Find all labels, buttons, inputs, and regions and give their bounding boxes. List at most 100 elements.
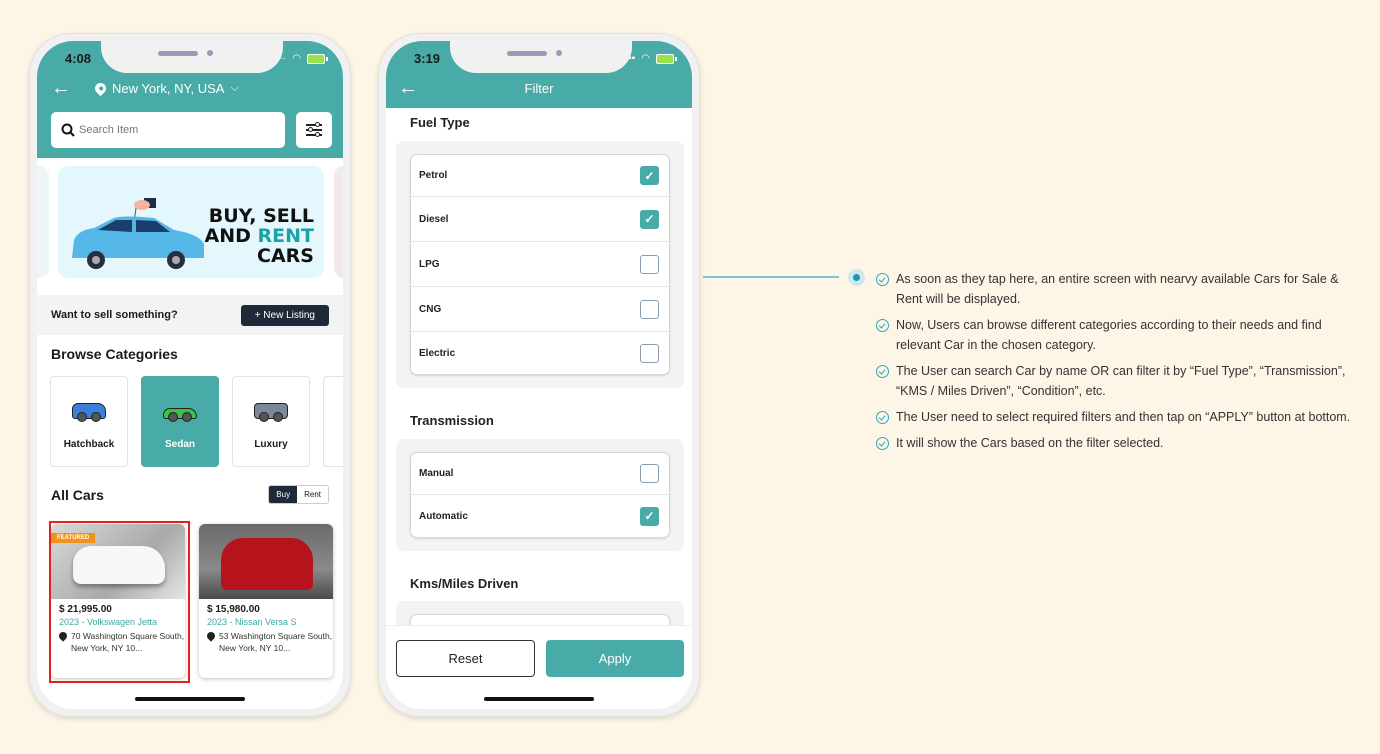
transmission-option-automatic[interactable]: Automatic ✓ — [411, 495, 669, 537]
banner-text: BUY, SELL AND RENT CARS — [205, 206, 314, 266]
option-label: Petrol — [419, 170, 448, 181]
description-item: It will show the Cars based on the filte… — [876, 433, 1356, 453]
transmission-option-manual[interactable]: Manual — [411, 453, 669, 495]
connector-dot — [848, 269, 865, 286]
check-circle-icon — [876, 365, 889, 378]
search-input[interactable] — [79, 124, 259, 136]
fuel-option-petrol[interactable]: Petrol ✓ — [411, 155, 669, 197]
phone-home: 4:08 ····◠ ← New York, NY, USA ⌵ — [29, 33, 351, 717]
new-listing-button[interactable]: + New Listing — [240, 304, 329, 326]
banner-prev[interactable] — [37, 166, 49, 278]
transmission-list: Manual Automatic ✓ — [410, 452, 670, 538]
toggle-buy[interactable]: Buy — [269, 486, 298, 503]
category-label: Hatchback — [63, 439, 115, 450]
reset-button[interactable]: Reset — [396, 640, 535, 677]
filter-header: 3:19 ▪▪ ◠ ← Filter — [386, 41, 692, 108]
banner-line3: CARS — [257, 245, 314, 267]
notch — [101, 41, 283, 73]
location-pin-icon — [92, 80, 109, 97]
category-hatchback[interactable]: Hatchback — [50, 376, 128, 467]
fuel-option-electric[interactable]: Electric — [411, 332, 669, 374]
speaker — [507, 51, 547, 56]
checkbox-checked[interactable]: ✓ — [640, 506, 659, 526]
battery-icon — [656, 53, 677, 64]
hatchback-icon — [72, 403, 106, 422]
home-screen: 4:08 ····◠ ← New York, NY, USA ⌵ — [37, 41, 343, 709]
banner-and: AND — [204, 225, 258, 247]
connector-dot-inner — [853, 274, 860, 281]
toggle-rent[interactable]: Rent — [297, 486, 328, 503]
option-label: LPG — [419, 258, 440, 270]
banner-rent: RENT — [257, 225, 314, 247]
checkbox[interactable] — [640, 464, 659, 483]
category-luxury[interactable]: Luxury — [232, 376, 310, 467]
banner-line1: BUY, SELL — [208, 205, 314, 227]
speaker — [158, 51, 198, 56]
checkbox[interactable] — [640, 343, 659, 363]
category-label: Luxury — [254, 439, 288, 450]
back-arrow-icon[interactable]: ← — [51, 77, 71, 100]
home-indicator — [135, 697, 245, 701]
buy-rent-toggle: Buy Rent — [268, 485, 329, 504]
highlight-box — [49, 521, 190, 683]
car-image — [221, 538, 313, 590]
search-box[interactable] — [51, 112, 285, 148]
location-selector[interactable]: New York, NY, USA ⌵ — [92, 80, 239, 97]
car-photo — [199, 524, 333, 599]
checkbox[interactable] — [640, 299, 659, 319]
sliders-icon-line — [306, 132, 322, 137]
fuel-option-cng[interactable]: CNG — [411, 287, 669, 332]
car-address: 53 Washington Square South, New York, NY… — [205, 630, 333, 654]
transmission-group: Manual Automatic ✓ — [396, 439, 684, 551]
car-price: $ 15,980.00 — [207, 604, 260, 615]
phone-filter: 3:19 ▪▪ ◠ ← Filter Fuel Type Petrol ✓ Dies… — [378, 33, 700, 717]
description-text: As soon as they tap here, an entire scre… — [896, 272, 1339, 306]
fuel-type-group: Petrol ✓ Diesel ✓ LPG CNG Electric — [396, 141, 684, 388]
filter-title: Filter — [524, 81, 554, 96]
luxury-van-icon — [254, 403, 288, 422]
filter-button[interactable] — [296, 112, 332, 148]
description-text: The User need to select required filters… — [896, 410, 1351, 424]
description-text: Now, Users can browse different categori… — [896, 318, 1322, 352]
home-indicator — [484, 697, 594, 701]
fuel-type-title: Fuel Type — [410, 115, 470, 130]
fuel-option-lpg[interactable]: LPG — [411, 242, 669, 287]
camera — [556, 50, 562, 56]
notch — [450, 41, 632, 73]
banner-next[interactable] — [334, 166, 343, 278]
checkbox[interactable] — [640, 254, 659, 274]
location-label: New York, NY, USA — [112, 81, 225, 96]
description-text: It will show the Cars based on the filte… — [896, 436, 1164, 450]
status-time: 4:08 — [65, 51, 92, 66]
all-cars-title: All Cars — [51, 487, 104, 503]
description-item: The User can search Car by name OR can f… — [876, 361, 1356, 401]
car-model: 2023 - Nissan Versa S — [207, 617, 297, 627]
banner-carousel[interactable]: BUY, SELL AND RENT CARS — [37, 166, 343, 283]
address-text: 53 Washington Square South, New York, NY… — [219, 631, 333, 653]
option-label: Diesel — [419, 213, 449, 225]
fuel-option-diesel[interactable]: Diesel ✓ — [411, 197, 669, 242]
category-more[interactable] — [323, 376, 343, 467]
sell-row: Want to sell something? + New Listing — [37, 295, 343, 335]
connector-line — [703, 276, 839, 278]
home-header: 4:08 ····◠ ← New York, NY, USA ⌵ — [37, 41, 343, 158]
check-circle-icon — [876, 411, 889, 424]
map-pin-icon — [205, 630, 217, 642]
battery-icon — [307, 53, 328, 64]
option-label: Electric — [419, 347, 456, 359]
check-circle-icon — [876, 319, 889, 332]
apply-button[interactable]: Apply — [546, 640, 684, 677]
checkbox-checked[interactable]: ✓ — [640, 209, 659, 229]
sliders-icon — [306, 122, 322, 127]
checkbox-checked[interactable]: ✓ — [640, 166, 659, 185]
description-item: Now, Users can browse different categori… — [876, 315, 1356, 355]
description-text: The User can search Car by name OR can f… — [896, 364, 1346, 398]
car-card[interactable]: $ 15,980.00 2023 - Nissan Versa S 53 Was… — [199, 524, 333, 678]
check-circle-icon — [876, 437, 889, 450]
category-label: Sedan — [164, 439, 195, 450]
sedan-icon — [163, 408, 197, 422]
filter-screen: 3:19 ▪▪ ◠ ← Filter Fuel Type Petrol ✓ Dies… — [386, 41, 692, 709]
category-sedan[interactable]: Sedan — [141, 376, 219, 467]
promo-banner[interactable]: BUY, SELL AND RENT CARS — [58, 166, 324, 278]
sliders-icon-line — [306, 127, 322, 132]
